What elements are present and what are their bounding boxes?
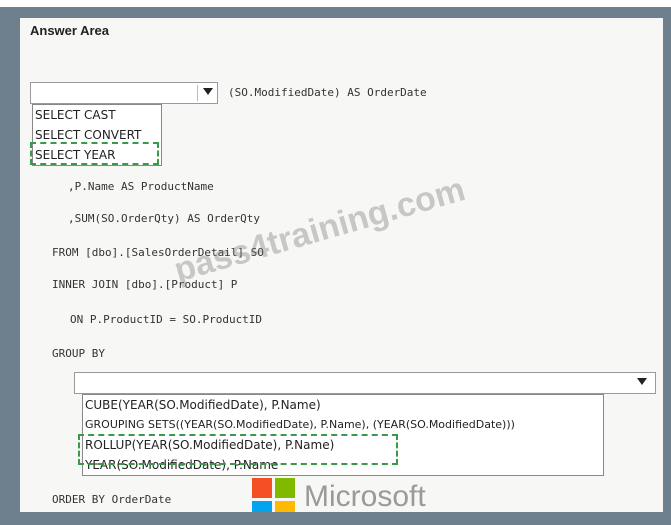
microsoft-logo-text: Microsoft <box>304 480 426 512</box>
code-line-on: ON P.ProductID = SO.ProductID <box>70 313 263 326</box>
select-option-year[interactable]: SELECT YEAR <box>33 145 161 165</box>
answer-area-title: Answer Area <box>30 23 109 38</box>
groupby-option-year-name[interactable]: YEAR(SO.ModifiedDate), P.Name <box>83 455 603 475</box>
select-suffix-code: (SO.ModifiedDate) AS OrderDate <box>228 86 427 99</box>
logo-square-red <box>252 478 272 498</box>
logo-square-yellow <box>275 501 295 512</box>
select-options-list: SELECT CAST SELECT CONVERT SELECT YEAR <box>32 104 162 166</box>
chevron-down-icon[interactable] <box>637 378 647 385</box>
chevron-down-icon[interactable] <box>203 88 213 95</box>
groupby-option-grouping-sets[interactable]: GROUPING SETS((YEAR(SO.ModifiedDate), P.… <box>83 415 603 435</box>
select-dropdown[interactable] <box>30 82 218 104</box>
groupby-dropdown[interactable] <box>74 372 656 394</box>
select-option-cast[interactable]: SELECT CAST <box>33 105 161 125</box>
code-line-order: ORDER BY OrderDate <box>52 493 172 506</box>
logo-square-green <box>275 478 295 498</box>
watermark-text: pass4training.com <box>170 170 470 290</box>
groupby-options-list: CUBE(YEAR(SO.ModifiedDate), P.Name) GROU… <box>82 394 604 476</box>
select-option-convert[interactable]: SELECT CONVERT <box>33 125 161 145</box>
top-strip <box>0 0 671 7</box>
microsoft-logo-icon <box>252 478 296 512</box>
groupby-option-cube[interactable]: CUBE(YEAR(SO.ModifiedDate), P.Name) <box>83 395 603 415</box>
groupby-option-rollup[interactable]: ROLLUP(YEAR(SO.ModifiedDate), P.Name) <box>83 435 603 455</box>
code-line-name: ,P.Name AS ProductName <box>68 180 214 193</box>
code-line-group: GROUP BY <box>52 347 105 360</box>
code-line-sum: ,SUM(SO.OrderQty) AS OrderQty <box>68 212 261 225</box>
dropdown-separator <box>197 85 198 101</box>
logo-square-blue <box>252 501 272 512</box>
answer-area-panel: Answer Area (SO.ModifiedDate) AS OrderDa… <box>20 18 663 512</box>
